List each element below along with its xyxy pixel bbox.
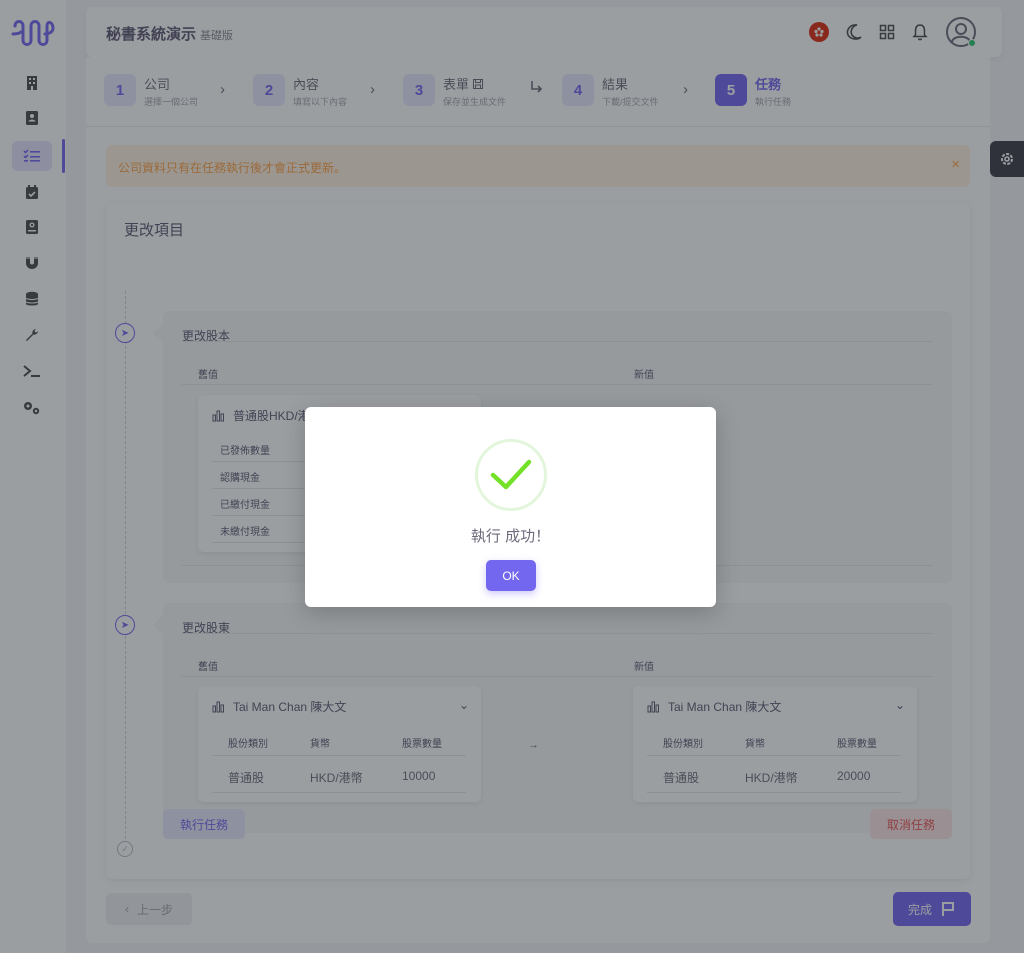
dialog-message: 執行 成功！	[470, 528, 551, 545]
ok-button[interactable]: OK	[486, 560, 536, 591]
success-icon	[475, 439, 547, 511]
success-dialog: 執行 成功！ OK	[305, 407, 716, 607]
